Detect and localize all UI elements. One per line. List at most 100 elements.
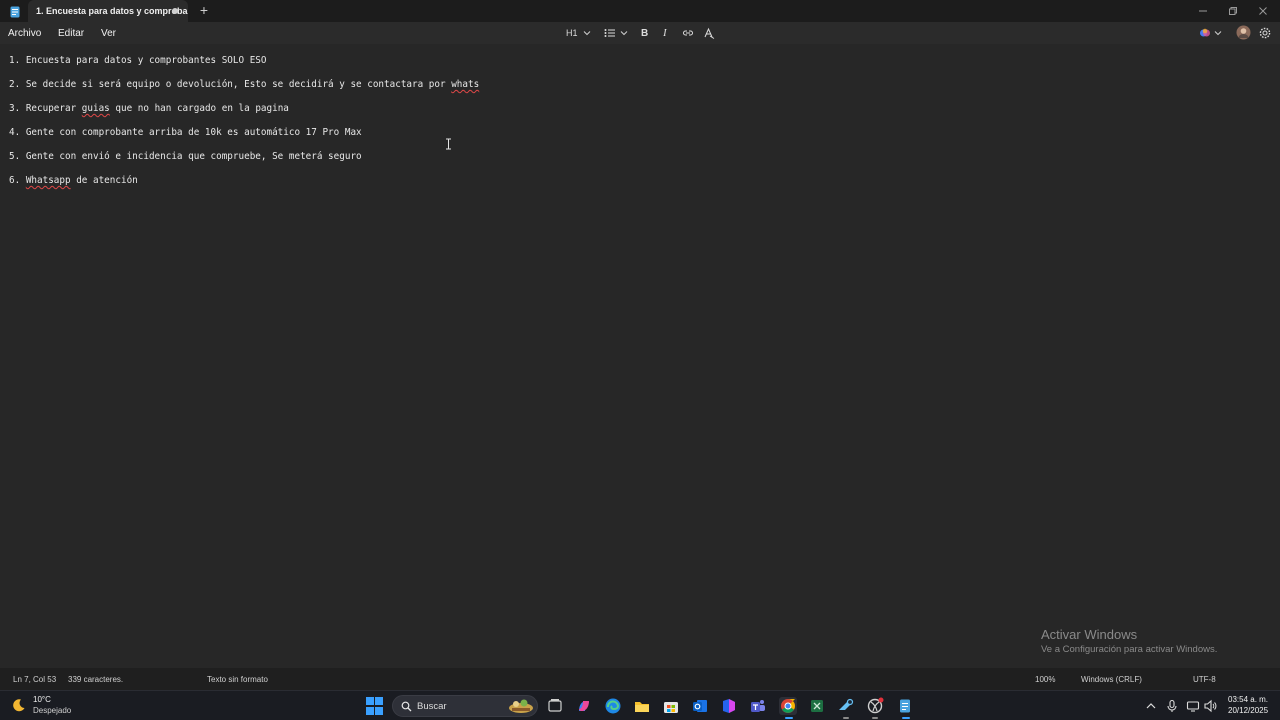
- volume-icon[interactable]: [1203, 699, 1217, 713]
- clock-time[interactable]: 03:54 a. m.: [1228, 695, 1268, 704]
- list-number: 4.: [9, 127, 21, 138]
- document-line[interactable]: 5. Gente con envió e incidencia que comp…: [9, 151, 362, 162]
- document-line[interactable]: 3. Recuperar guias que no han cargado en…: [9, 103, 289, 114]
- copilot-app-icon[interactable]: [575, 697, 593, 715]
- text-cursor-icon: [446, 138, 451, 150]
- title-bar: 1. Encuesta para datos y comproba +: [0, 0, 1280, 22]
- line-text: que no han cargado en la pagina: [109, 103, 289, 114]
- minimize-icon: [1199, 10, 1207, 12]
- start-icon-q3: [366, 706, 374, 715]
- menu-bar: Archivo Editar Ver H1 B I: [0, 22, 1280, 44]
- encoding[interactable]: UTF-8: [1193, 675, 1216, 684]
- restore-button[interactable]: [1218, 0, 1248, 22]
- chevron-down-icon: [583, 31, 590, 36]
- heading-dropdown[interactable]: H1: [566, 26, 592, 40]
- search-icon: [401, 701, 412, 712]
- microsoft-store-icon[interactable]: [662, 697, 680, 715]
- notepad-app-icon: [10, 5, 20, 18]
- edge-browser-icon[interactable]: [604, 697, 622, 715]
- microsoft-365-icon[interactable]: [720, 697, 738, 715]
- misspelled-word: Whatsapp: [25, 175, 71, 186]
- list-number: 2.: [9, 79, 21, 90]
- search-highlight-icon: [509, 699, 533, 713]
- start-icon-q4: [375, 706, 383, 715]
- italic-button[interactable]: I: [663, 26, 667, 40]
- character-count: 339 caracteres.: [68, 675, 124, 684]
- heading-label: H1: [566, 28, 578, 38]
- account-avatar-button[interactable]: [1236, 25, 1251, 39]
- menu-editar[interactable]: Editar: [58, 28, 84, 39]
- start-icon-q1: [366, 697, 374, 705]
- xbox-running-indicator: [872, 717, 878, 719]
- new-tab-button[interactable]: +: [196, 2, 212, 18]
- status-bar: Ln 7, Col 53 339 caracteres. Texto sin f…: [0, 668, 1280, 690]
- chrome-running-indicator: [785, 717, 793, 719]
- clock-date[interactable]: 20/12/2025: [1228, 706, 1268, 715]
- start-icon-q2: [375, 697, 383, 705]
- editor-area[interactable]: 1. Encuesta para datos y comprobantes SO…: [0, 44, 1280, 668]
- task-view-icon[interactable]: [546, 697, 564, 715]
- close-button[interactable]: [1248, 0, 1278, 22]
- gear-icon: [1259, 27, 1271, 39]
- line-text: Gente con envió e incidencia que comprue…: [25, 151, 362, 162]
- start-button[interactable]: [366, 697, 384, 715]
- close-icon: [1259, 7, 1267, 15]
- document-line[interactable]: 2. Se decide si será equipo o devolución…: [9, 79, 479, 90]
- format-mode[interactable]: Texto sin formato: [207, 675, 268, 684]
- clear-formatting-button[interactable]: [703, 26, 715, 40]
- document-line[interactable]: 1. Encuesta para datos y comprobantes SO…: [9, 55, 267, 66]
- settings-button[interactable]: [1259, 26, 1271, 40]
- network-icon[interactable]: [1186, 699, 1200, 713]
- chevron-up-icon[interactable]: [1144, 699, 1158, 713]
- moon-weather-icon[interactable]: [12, 698, 26, 712]
- taskbar: 10°C Despejado Buscar 03:54 a. m. 20/12/…: [0, 690, 1280, 720]
- line-text: Recuperar: [25, 103, 82, 114]
- document-line[interactable]: 4. Gente con comprobante arriba de 10k e…: [9, 127, 362, 138]
- list-number: 1.: [9, 55, 21, 66]
- line-text: de atención: [70, 175, 138, 186]
- link-icon: [683, 30, 693, 36]
- notepad-taskbar-icon[interactable]: [896, 697, 914, 715]
- minimize-button[interactable]: [1188, 0, 1218, 22]
- taskbar-search[interactable]: Buscar: [392, 695, 538, 717]
- cursor-position: Ln 7, Col 53: [13, 675, 57, 684]
- clear-format-icon: [704, 27, 715, 39]
- document-line[interactable]: 6. Whatsapp de atención: [9, 175, 138, 186]
- activation-watermark-title: Activar Windows: [1041, 627, 1138, 642]
- tab-title: 1. Encuesta para datos y comproba: [36, 6, 188, 16]
- unsaved-dot-icon[interactable]: [172, 8, 178, 14]
- search-label: Buscar: [417, 701, 447, 712]
- xbox-icon[interactable]: [866, 697, 884, 715]
- excel-icon[interactable]: [808, 697, 826, 715]
- steam-running-indicator: [843, 717, 849, 719]
- teams-icon[interactable]: [749, 697, 767, 715]
- restore-icon: [1229, 7, 1237, 15]
- link-button[interactable]: [682, 26, 694, 40]
- outlook-icon[interactable]: [691, 697, 709, 715]
- menu-archivo[interactable]: Archivo: [8, 28, 41, 39]
- line-ending[interactable]: Windows (CRLF): [1081, 675, 1142, 684]
- bold-button[interactable]: B: [641, 26, 648, 40]
- weather-temperature[interactable]: 10°C: [33, 695, 51, 704]
- line-text: Encuesta para datos y comprobantes SOLO …: [25, 55, 267, 66]
- notepad-running-indicator: [902, 717, 910, 719]
- list-number: 6.: [9, 175, 21, 186]
- list-number: 5.: [9, 151, 21, 162]
- chevron-down-icon: [1214, 31, 1222, 36]
- line-text: Se decide si será equipo o devolución, E…: [25, 79, 452, 90]
- chrome-icon[interactable]: [779, 697, 797, 715]
- zoom-level[interactable]: 100%: [1035, 675, 1055, 684]
- list-dropdown[interactable]: [604, 26, 629, 40]
- file-explorer-icon[interactable]: [633, 697, 651, 715]
- weather-description[interactable]: Despejado: [33, 706, 71, 715]
- copilot-icon: [1200, 28, 1210, 37]
- document-tab[interactable]: 1. Encuesta para datos y comproba: [28, 0, 188, 22]
- chevron-down-icon: [620, 31, 628, 36]
- copilot-dropdown[interactable]: [1199, 26, 1223, 40]
- menu-ver[interactable]: Ver: [101, 28, 116, 39]
- misspelled-word: guias: [81, 103, 110, 114]
- steam-icon[interactable]: [837, 697, 855, 715]
- misspelled-word: whats: [451, 79, 480, 90]
- line-text: Gente con comprobante arriba de 10k es a…: [25, 127, 362, 138]
- microphone-icon[interactable]: [1165, 699, 1179, 713]
